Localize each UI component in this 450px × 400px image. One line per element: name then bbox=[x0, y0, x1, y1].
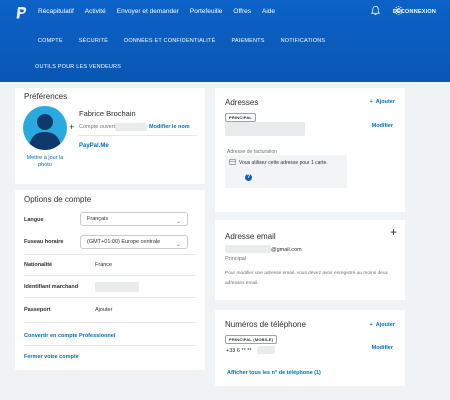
credit-card-icon bbox=[229, 159, 236, 165]
nav-wallet[interactable]: Portefeuille bbox=[190, 8, 223, 15]
show-all-phones-link[interactable]: Afficher tous les n° de téléphone (1) bbox=[227, 370, 321, 376]
nationality-value: France bbox=[95, 262, 113, 268]
tab-security[interactable]: SÉCURITÉ bbox=[79, 38, 108, 44]
paypalme-link[interactable]: PayPal.Me bbox=[79, 143, 109, 149]
bell-icon[interactable] bbox=[370, 5, 381, 16]
divider bbox=[24, 254, 196, 255]
timezone-label: Fuseau horaire bbox=[24, 239, 64, 245]
add-passport-link[interactable]: Ajouter bbox=[95, 307, 112, 313]
merchant-id-redacted bbox=[95, 282, 139, 292]
convert-business-link[interactable]: Convertir en compte Professionnel bbox=[24, 333, 115, 339]
timezone-select[interactable]: (GMT+01:00) Europe centrale ⌄ bbox=[80, 235, 188, 249]
preferences-title: Préférences bbox=[24, 92, 68, 101]
email-title: Adresse email bbox=[225, 232, 276, 241]
avatar[interactable] bbox=[23, 106, 67, 150]
passport-label: Passeport bbox=[24, 307, 51, 313]
timezone-value: (GMT+01:00) Europe centrale bbox=[87, 239, 161, 245]
divider bbox=[79, 135, 197, 136]
nav-help[interactable]: Aide bbox=[262, 8, 275, 15]
email-info: Pour modifier une adresse email, vous de… bbox=[225, 271, 388, 286]
user-name: Fabrice Brochain bbox=[79, 109, 136, 118]
edit-name-link[interactable]: Modifier le nom bbox=[149, 124, 190, 130]
add-photo-icon[interactable]: + bbox=[69, 122, 74, 132]
tab-seller-tools[interactable]: OUTILS POUR LES VENDEURS bbox=[35, 64, 121, 70]
add-phone-button[interactable]: + Ajouter bbox=[369, 322, 395, 328]
account-options-card: Options de compte Langue Français ⌄ Fuse… bbox=[15, 190, 205, 370]
phone-number: +33 6 ** ** bbox=[226, 348, 252, 354]
card-notice-text: Vous utilisez cette adresse pour 1 carte… bbox=[239, 160, 328, 166]
email-card: Adresse email + @gmail.com Principal Pou… bbox=[215, 220, 405, 300]
card-notice-box: Vous utilisez cette adresse pour 1 carte… bbox=[225, 155, 347, 188]
top-bar: Récapitulatif Activité Envoyer et demand… bbox=[0, 0, 450, 82]
email-domain: @gmail.com bbox=[271, 247, 302, 253]
language-value: Français bbox=[87, 216, 109, 222]
tab-privacy[interactable]: DONNÉES ET CONFIDENTIALITÉ bbox=[124, 38, 215, 44]
add-email-button[interactable]: + bbox=[390, 225, 397, 239]
divider bbox=[24, 297, 196, 298]
tab-notifications[interactable]: NOTIFICATIONS bbox=[281, 38, 326, 44]
address-redacted bbox=[225, 122, 305, 136]
main-nav: Récapitulatif Activité Envoyer et demand… bbox=[38, 8, 286, 15]
email-status: Principal bbox=[225, 256, 247, 262]
preferences-card: Préférences + Mettre à jour la photo Fab… bbox=[15, 88, 205, 184]
language-select[interactable]: Français ⌄ bbox=[80, 212, 188, 226]
sub-nav: COMPTE SÉCURITÉ DONNÉES ET CONFIDENTIALI… bbox=[38, 38, 341, 44]
chevron-down-icon: ⌄ bbox=[175, 219, 181, 225]
nationality-label: Nationalité bbox=[24, 262, 53, 268]
primary-mobile-badge: PRINCIPAL (MOBILE) bbox=[225, 335, 278, 344]
language-label: Langue bbox=[24, 217, 44, 223]
addresses-card: Adresses + Ajouter PRINCIPAL Modifier Ad… bbox=[215, 88, 405, 212]
nav-offers[interactable]: Offres bbox=[233, 8, 251, 15]
paypal-logo-icon[interactable] bbox=[15, 6, 27, 20]
phones-title: Numéros de téléphone bbox=[225, 320, 306, 329]
divider bbox=[24, 322, 196, 323]
nav-summary[interactable]: Récapitulatif bbox=[38, 8, 74, 15]
account-opened: Compte ouvert bbox=[79, 124, 116, 130]
phones-card: Numéros de téléphone + Ajouter PRINCIPAL… bbox=[215, 310, 405, 386]
update-photo-link[interactable]: Mettre à jour la photo bbox=[20, 155, 70, 169]
email-redacted bbox=[225, 245, 271, 253]
add-address-label: Ajouter bbox=[375, 99, 395, 105]
tab-payments[interactable]: PAIEMENTS bbox=[231, 38, 264, 44]
add-phone-label: Ajouter bbox=[375, 322, 395, 328]
nav-activity[interactable]: Activité bbox=[85, 8, 106, 15]
help-icon[interactable]: ? bbox=[245, 174, 252, 181]
logout-button[interactable]: DÉCONNEXION bbox=[393, 9, 436, 15]
phone-redacted bbox=[257, 346, 275, 354]
divider bbox=[24, 275, 196, 276]
edit-address-link[interactable]: Modifier bbox=[372, 123, 393, 129]
tab-account[interactable]: COMPTE bbox=[38, 38, 63, 44]
chevron-down-icon: ⌄ bbox=[175, 242, 181, 248]
add-address-button[interactable]: + Ajouter bbox=[369, 99, 395, 105]
addresses-title: Adresses bbox=[225, 98, 259, 107]
edit-phone-link[interactable]: Modifier bbox=[372, 345, 393, 351]
account-options-title: Options de compte bbox=[24, 195, 92, 204]
primary-badge: PRINCIPAL bbox=[225, 113, 257, 122]
close-account-link[interactable]: Fermer votre compte bbox=[24, 354, 79, 360]
merchant-id-label: Identifiant marchand bbox=[24, 284, 79, 290]
nav-send-request[interactable]: Envoyer et demander bbox=[117, 8, 179, 15]
account-date-redacted bbox=[115, 123, 147, 131]
divider bbox=[24, 345, 196, 346]
